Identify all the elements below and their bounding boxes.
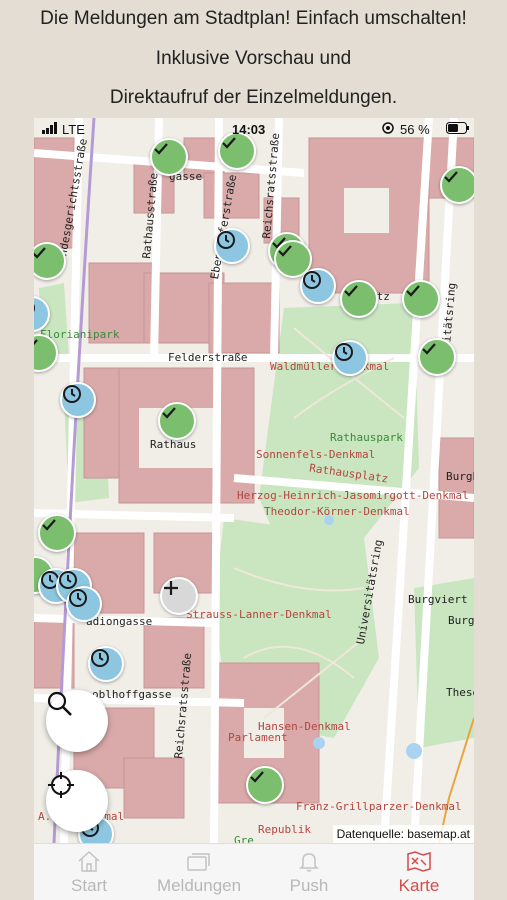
location-status-icon bbox=[382, 122, 394, 137]
checkmark-icon bbox=[34, 339, 38, 346]
clock-icon bbox=[217, 231, 235, 249]
map-label-herzog: Herzog-Heinrich-Jasomirgott-Denkmal bbox=[237, 489, 469, 502]
checkmark-icon bbox=[344, 285, 358, 297]
tab-label: Karte bbox=[398, 876, 440, 895]
checkmark-icon bbox=[250, 771, 264, 783]
tab-bar: Start Meldungen Push Karte bbox=[34, 843, 474, 900]
caption-line-1: Die Meldungen am Stadtplan! Einfach umsc… bbox=[40, 8, 467, 29]
tab-label: Push bbox=[289, 876, 329, 895]
report-marker-pending[interactable] bbox=[332, 340, 368, 376]
locate-button[interactable] bbox=[46, 770, 108, 832]
checkmark-icon bbox=[154, 143, 168, 155]
report-marker-pending[interactable] bbox=[214, 228, 250, 264]
tab-start[interactable]: Start bbox=[34, 844, 144, 900]
battery-icon bbox=[446, 122, 470, 137]
report-marker-done[interactable] bbox=[158, 402, 196, 440]
map-label-rathaus: Rathaus bbox=[150, 438, 197, 451]
tab-label: Meldungen bbox=[156, 876, 242, 895]
map-label-strauss: Strauss-Lanner-Denkmal bbox=[186, 608, 332, 621]
phone-screen: LTE 14:03 56 % Landesgerichtsstraße Flor… bbox=[34, 118, 474, 900]
map-label-koerner: Theodor-Körner-Denkmal bbox=[264, 505, 410, 518]
map-label-republik: Republik bbox=[258, 823, 311, 836]
tab-push[interactable]: Push bbox=[254, 844, 364, 900]
report-marker-pending[interactable] bbox=[60, 382, 96, 418]
tab-meldungen[interactable]: Meldungen bbox=[144, 844, 254, 900]
map-label-sonnenfels: Sonnenfels-Denkmal bbox=[256, 448, 376, 461]
signal-icon bbox=[42, 122, 62, 137]
map-label-rathauspark: Rathauspark bbox=[330, 431, 403, 444]
caption-line-2: Inklusive Vorschau und bbox=[155, 48, 352, 69]
cards-icon bbox=[187, 853, 210, 871]
caption-line-3: Direktaufruf der Einzelmeldungen. bbox=[109, 87, 398, 108]
house-icon bbox=[78, 850, 100, 872]
checkmark-icon bbox=[34, 558, 36, 576]
checkmark-icon bbox=[34, 247, 46, 259]
clock: 14:03 bbox=[232, 122, 266, 137]
search-button[interactable] bbox=[46, 690, 108, 752]
clock-icon bbox=[63, 385, 81, 403]
battery-percent: 56 % bbox=[400, 122, 430, 137]
clock-icon bbox=[69, 589, 87, 607]
report-marker-pending[interactable] bbox=[88, 646, 124, 682]
clock-icon bbox=[34, 303, 35, 313]
map-label-gre: Gre bbox=[234, 834, 254, 843]
clock-icon bbox=[91, 649, 109, 667]
checkmark-icon bbox=[422, 343, 436, 355]
report-marker-pending[interactable] bbox=[66, 586, 102, 622]
map-label-doblhoffgasse: oblhoffgasse bbox=[92, 688, 172, 701]
bell-icon bbox=[299, 853, 319, 872]
map-label-felderstrasse: Felderstraße bbox=[168, 351, 248, 364]
map-label-theseu: Theseu bbox=[446, 686, 474, 699]
report-marker-done[interactable] bbox=[150, 138, 188, 176]
magnifier-icon bbox=[47, 691, 72, 716]
tab-label: Start bbox=[71, 876, 107, 895]
map-label-burg: Burg bbox=[448, 614, 474, 627]
clock-icon bbox=[335, 343, 353, 361]
checkmark-icon bbox=[42, 519, 56, 531]
map-label-burgviert: Burgviert bbox=[408, 593, 468, 606]
report-marker-done[interactable] bbox=[340, 280, 378, 318]
report-marker-done[interactable] bbox=[440, 166, 474, 204]
add-report-button[interactable] bbox=[160, 577, 198, 615]
map-label-grillparzer: Franz-Grillparzer-Denkmal bbox=[296, 800, 462, 813]
checkmark-icon bbox=[444, 171, 458, 183]
report-marker-done[interactable] bbox=[246, 766, 284, 804]
map-label-burgher: Burghe bbox=[446, 470, 474, 483]
map-label-waldmueller: Waldmüller-Denkmal bbox=[270, 360, 390, 373]
report-marker-done[interactable] bbox=[38, 514, 76, 552]
clock-icon bbox=[303, 271, 321, 289]
plus-icon bbox=[164, 581, 178, 595]
map-icon bbox=[407, 851, 431, 872]
checkmark-icon bbox=[162, 407, 176, 419]
carrier-label: LTE bbox=[62, 122, 85, 137]
report-marker-done[interactable] bbox=[418, 338, 456, 376]
report-marker-done[interactable] bbox=[402, 280, 440, 318]
tab-karte[interactable]: Karte bbox=[364, 844, 474, 900]
status-bar: LTE 14:03 56 % bbox=[34, 118, 474, 140]
checkmark-icon bbox=[406, 285, 420, 297]
city-map[interactable]: Landesgerichtsstraße Florianipark gasse … bbox=[34, 118, 474, 843]
checkmark-icon bbox=[278, 245, 292, 257]
map-label-parlament: Parlament bbox=[228, 731, 288, 744]
crosshair-icon bbox=[48, 772, 74, 798]
report-marker-pending[interactable] bbox=[300, 268, 336, 304]
map-data-source: Datenquelle: basemap.at bbox=[332, 825, 474, 843]
